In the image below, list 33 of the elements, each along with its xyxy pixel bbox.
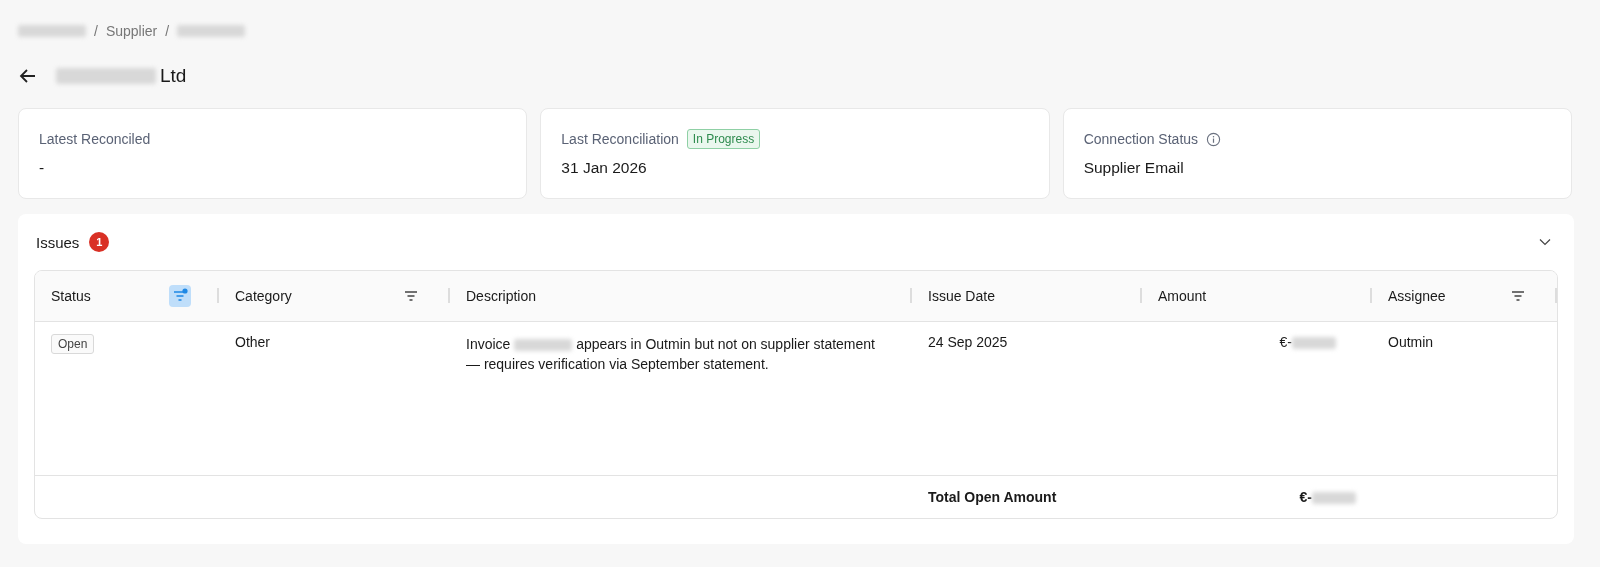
- card-value: -: [39, 159, 46, 177]
- card-label: Last Reconciliation: [561, 131, 679, 147]
- page-title: Ltd: [160, 65, 187, 87]
- table-cell: Other: [235, 334, 270, 350]
- table-cell-text: Invoice appears in Outmin but not on supplier statement — requires verification via September statement.: [466, 335, 876, 374]
- table-cell: 24 Sep 2025: [928, 334, 1008, 350]
- column-header[interactable]: Issue Date: [928, 288, 1126, 304]
- count-badge: 1: [89, 232, 110, 252]
- column-header[interactable]: Description: [466, 288, 896, 304]
- column-header[interactable]: Assignee: [1388, 288, 1507, 304]
- total-amount: €-: [1299, 489, 1312, 505]
- breadcrumb-separator: /: [94, 23, 98, 39]
- redacted-text: [1312, 492, 1356, 504]
- table-cell: €-: [1279, 334, 1292, 350]
- total-label: Total Open Amount: [928, 489, 1057, 505]
- redacted-text: [18, 25, 86, 37]
- breadcrumb-link[interactable]: Supplier: [105, 23, 158, 39]
- table-cell: Outmin: [1388, 334, 1434, 350]
- card-label: Latest Reconciled: [39, 131, 151, 147]
- column-header[interactable]: Amount: [1158, 288, 1356, 304]
- column-header[interactable]: Status: [51, 288, 169, 304]
- filter-icon[interactable]: [169, 285, 191, 307]
- status-tag: Open: [51, 334, 95, 354]
- redacted-text: [177, 25, 246, 37]
- section-title: Issues: [36, 233, 80, 251]
- card-label: Connection Status: [1083, 131, 1199, 147]
- info-icon[interactable]: [1206, 131, 1222, 147]
- card-value: Supplier Email: [1083, 159, 1185, 177]
- column-header[interactable]: Category: [235, 288, 400, 304]
- breadcrumb-separator: /: [165, 23, 170, 39]
- status-badge: In Progress: [686, 129, 761, 149]
- card-value: 31 Jan 2026: [561, 159, 648, 177]
- redacted-text: [1292, 337, 1336, 349]
